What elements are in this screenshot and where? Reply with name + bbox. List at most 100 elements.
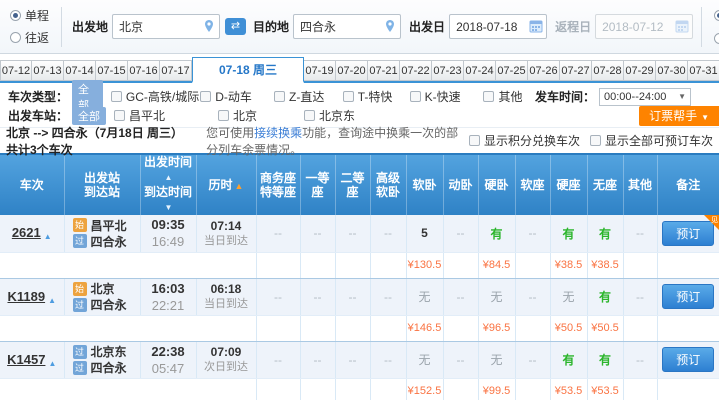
price-cell: ¥96.5 xyxy=(478,315,515,341)
seat-cell: 有 xyxy=(550,341,587,378)
booking-helper-button[interactable]: 订票帮手▼ xyxy=(639,106,719,126)
price-cell: ¥53.5 xyxy=(550,378,587,400)
calendar-icon[interactable] xyxy=(529,19,543,33)
date-tab[interactable]: 07-30 xyxy=(656,60,688,81)
student-radio[interactable]: 学生 xyxy=(714,30,719,47)
date-tab[interactable]: 07-23 xyxy=(432,60,464,81)
filter-option-d[interactable]: D-动车 xyxy=(200,88,274,105)
depart-station: 北京东 xyxy=(91,343,127,360)
stations-cell: 始昌平北 过四合永 xyxy=(64,215,140,252)
filter-option-other[interactable]: 其他 xyxy=(483,88,535,105)
filter-option-z[interactable]: Z-直达 xyxy=(274,88,343,105)
price-cell xyxy=(515,315,550,341)
transfer-link[interactable]: 接续换乘 xyxy=(254,126,302,140)
train-no-cell: K1457▲ xyxy=(0,341,64,378)
price-cell xyxy=(370,315,406,341)
normal-radio[interactable]: 普通 xyxy=(714,7,719,24)
filter-option-gc[interactable]: GC-高铁/城际 xyxy=(111,88,200,105)
date-tab[interactable]: 07-19 xyxy=(304,60,336,81)
stations-cell: 过北京东 过四合永 xyxy=(64,341,140,378)
seat-cell: 无 xyxy=(550,278,587,315)
depart-date-wrap xyxy=(449,14,547,39)
seat-cell: -- xyxy=(370,215,406,252)
seat-cell: 有 xyxy=(550,215,587,252)
filter-option-beijingdong[interactable]: 北京东 xyxy=(304,107,384,124)
seat-cell: -- xyxy=(515,215,550,252)
date-tab[interactable]: 07-28 xyxy=(592,60,624,81)
price-cell xyxy=(623,252,657,278)
date-tab[interactable]: 07-22 xyxy=(400,60,432,81)
filter-option-t[interactable]: T-特快 xyxy=(343,88,410,105)
filter-label: 昌平北 xyxy=(129,107,165,124)
col-times-sortable[interactable]: 出发时间▲到达时间▼ xyxy=(140,154,196,215)
seat-cell: -- xyxy=(256,215,300,252)
helper-label: 订票帮手 xyxy=(649,109,697,123)
filter-label: Z-直达 xyxy=(289,88,324,105)
location-pin-icon[interactable] xyxy=(383,19,397,33)
price-cell xyxy=(335,315,370,341)
date-tab[interactable]: 07-13 xyxy=(32,60,64,81)
date-tab[interactable]: 07-24 xyxy=(464,60,496,81)
date-tab[interactable]: 07-29 xyxy=(624,60,656,81)
book-button[interactable]: 预订 xyxy=(662,347,714,372)
price-cell: ¥38.5 xyxy=(550,252,587,278)
price-cell xyxy=(300,378,335,400)
train-no-link[interactable]: 2621 xyxy=(12,225,41,240)
all-bookable-checkbox[interactable]: 显示全部可预订车次 xyxy=(590,132,713,149)
ribbon-char: 见 xyxy=(711,215,718,225)
start-station-badge: 始 xyxy=(73,218,87,232)
col-duration-sortable[interactable]: 历时▲ xyxy=(196,154,256,215)
checkbox-icon xyxy=(114,110,125,121)
expand-icon[interactable]: ▲ xyxy=(48,296,56,305)
book-button[interactable]: 预订 xyxy=(662,284,714,309)
filter-option-k[interactable]: K-快速 xyxy=(410,88,484,105)
date-tab[interactable]: 07-31 xyxy=(688,60,719,81)
location-pin-icon[interactable] xyxy=(202,19,216,33)
seat-cell: -- xyxy=(256,278,300,315)
price-cell: ¥84.5 xyxy=(478,252,515,278)
seat-cell: 5 xyxy=(406,215,443,252)
points-exchange-checkbox[interactable]: 显示积分兑换车次 xyxy=(469,132,580,149)
divider xyxy=(701,7,702,47)
duration-cell: 07:14当日到达 xyxy=(196,215,256,252)
train-no-link[interactable]: K1457 xyxy=(7,352,45,367)
seat-cell: 无 xyxy=(406,341,443,378)
price-cell xyxy=(256,378,300,400)
date-tab[interactable]: 07-27 xyxy=(560,60,592,81)
pass-station-badge: 过 xyxy=(73,361,87,375)
tip-text: 您可使用 xyxy=(206,126,254,140)
seat-cell: -- xyxy=(300,278,335,315)
table-header-row: 车次 出发站到达站 出发时间▲到达时间▼ 历时▲ 商务座特等座 一等座 二等座 … xyxy=(0,154,719,215)
depart-station-all-badge[interactable]: 全部 xyxy=(72,107,106,125)
date-tab[interactable]: 07-20 xyxy=(336,60,368,81)
date-tab-active[interactable]: 07-18 周三 xyxy=(192,57,304,83)
date-tab[interactable]: 07-25 xyxy=(496,60,528,81)
sort-asc-icon: ▲ xyxy=(165,173,173,182)
seat-cell: -- xyxy=(443,341,478,378)
price-cell xyxy=(370,378,406,400)
date-tab[interactable]: 07-14 xyxy=(64,60,96,81)
train-query-page: 单程 往返 出发地 ⇄ 目的地 出发日 返程日 普通 学生 xyxy=(0,0,719,400)
filter-option-changpingbei[interactable]: 昌平北 xyxy=(114,107,218,124)
expand-icon[interactable]: ▲ xyxy=(48,359,56,368)
filter-label: GC-高铁/城际 xyxy=(126,88,199,105)
swap-stations-icon[interactable]: ⇄ xyxy=(225,18,246,35)
radio-icon xyxy=(10,32,21,43)
round-trip-radio[interactable]: 往返 xyxy=(10,29,49,46)
route-summary: 北京 --> 四合永（7月18日 周三）共计3个车次 xyxy=(6,124,190,158)
times-cell: 09:3516:49 xyxy=(140,215,196,252)
filter-option-beijing[interactable]: 北京 xyxy=(218,107,304,124)
checkbox-icon xyxy=(483,91,494,102)
one-way-radio[interactable]: 单程 xyxy=(10,7,49,24)
date-tab[interactable]: 07-21 xyxy=(368,60,400,81)
date-tab[interactable]: 07-17 xyxy=(160,60,192,81)
date-tab[interactable]: 07-26 xyxy=(528,60,560,81)
col-hard-seat: 硬座 xyxy=(550,154,587,215)
expand-icon[interactable]: ▲ xyxy=(44,232,52,241)
date-tab[interactable]: 07-15 xyxy=(96,60,128,81)
date-tab[interactable]: 07-16 xyxy=(128,60,160,81)
date-tab[interactable]: 07-12 xyxy=(0,60,32,81)
depart-time-select[interactable]: 00:00--24:00▼ xyxy=(599,88,691,106)
train-no-link[interactable]: K1189 xyxy=(7,289,45,304)
seat-cell: -- xyxy=(335,278,370,315)
